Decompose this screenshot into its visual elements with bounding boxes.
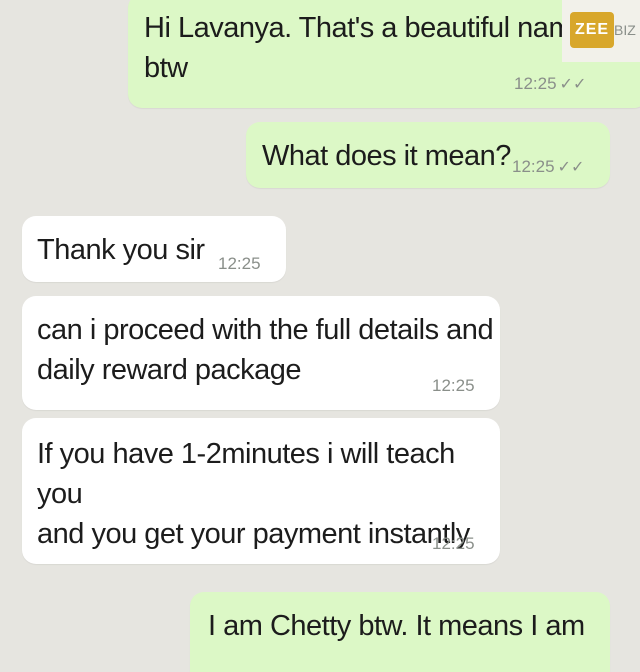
zee-watermark-logo: ZEE BIZ <box>562 0 640 62</box>
message-meta: 12:25 ✓✓ <box>512 157 584 178</box>
zee-logo-badge: ZEE <box>570 12 614 48</box>
incoming-message[interactable]: can i proceed with the full details and … <box>22 296 500 410</box>
message-text: If you have 1-2minutes i will teach you … <box>37 438 470 550</box>
read-receipt-icon: ✓✓ <box>557 159 585 176</box>
message-time: 12:25 <box>514 74 557 93</box>
message-time: 12:25 <box>432 534 475 553</box>
read-receipt-icon: ✓✓ <box>559 76 587 93</box>
message-text: I am Chetty btw. It means I am <box>208 610 585 642</box>
incoming-message[interactable]: Thank you sir 12:25 <box>22 216 286 282</box>
outgoing-message[interactable]: I am Chetty btw. It means I am <box>190 592 610 672</box>
message-time: 12:25 <box>218 254 261 273</box>
message-meta: 12:25 ✓✓ <box>514 74 586 95</box>
chat-area: Hi Lavanya. That's a beautiful name btw … <box>0 0 640 672</box>
message-text: can i proceed with the full details and … <box>37 314 494 386</box>
outgoing-message[interactable]: What does it mean? 12:25 ✓✓ <box>246 122 610 188</box>
incoming-message[interactable]: If you have 1-2minutes i will teach you … <box>22 418 500 564</box>
message-time: 12:25 <box>432 376 475 395</box>
zee-logo-tail: BIZ <box>614 22 636 38</box>
message-time: 12:25 <box>512 157 555 176</box>
